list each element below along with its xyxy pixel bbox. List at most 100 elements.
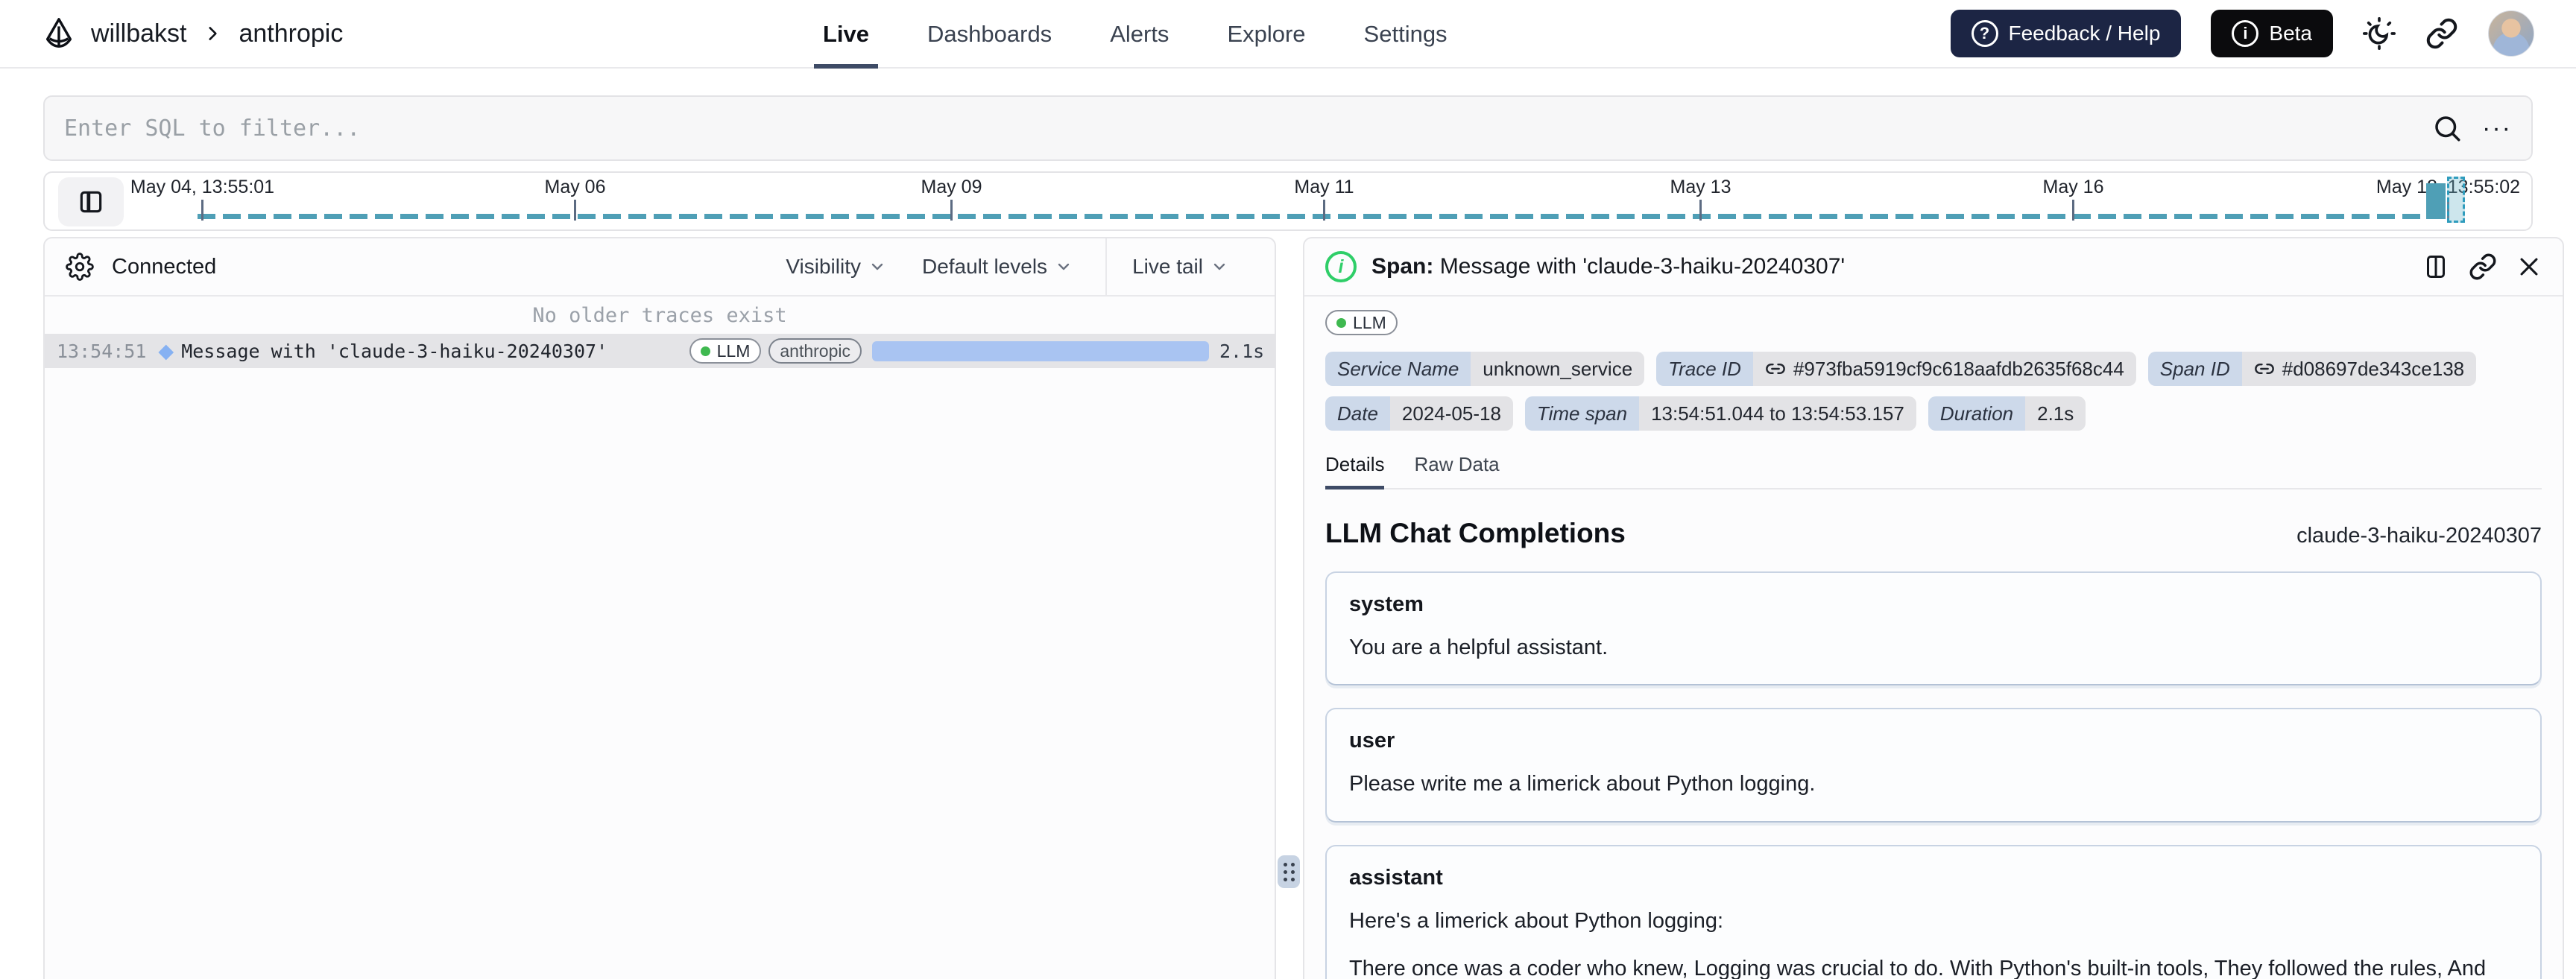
- default-levels-dropdown[interactable]: Default levels: [922, 255, 1073, 279]
- timeline-tick-label: May 13: [1670, 177, 1731, 197]
- tab-alerts[interactable]: Alerts: [1110, 0, 1169, 69]
- span-title-text: Message with 'claude-3-haiku-20240307': [1439, 254, 1846, 279]
- llm-tag-badge: LLM: [1325, 310, 1398, 335]
- timeline-histogram[interactable]: May 04, 13:55:01 May 06 May 09 May 11 Ma…: [43, 171, 2533, 231]
- more-options-icon[interactable]: ···: [2482, 115, 2512, 141]
- llm-tag-badge: LLM: [689, 338, 762, 364]
- span-panel-header: i Span: Message with 'claude-3-haiku-202…: [1304, 238, 2563, 297]
- question-circle-icon: ?: [1971, 20, 1998, 47]
- span-diamond-icon: ◆: [158, 339, 174, 362]
- traces-panel-header: Connected Visibility Default levels Live…: [45, 238, 1275, 297]
- attr-label: Time span: [1524, 396, 1640, 431]
- chevron-right-icon: [203, 24, 222, 43]
- visibility-dropdown[interactable]: Visibility: [786, 255, 886, 279]
- tab-raw-data[interactable]: Raw Data: [1414, 453, 1499, 488]
- timeline-tick: May 16: [2043, 177, 2103, 221]
- attr-value-link[interactable]: #973fba5919cf9c618aafdb2635f68c44: [1752, 352, 2136, 386]
- trace-duration-value: 2.1s: [1219, 340, 1265, 362]
- scope-tag-badge: anthropic: [768, 338, 862, 364]
- timeline-tick: May 06: [545, 177, 605, 221]
- timeline-tick-label: May 06: [544, 177, 606, 197]
- tab-explore[interactable]: Explore: [1227, 0, 1305, 69]
- attr-value-link[interactable]: #d08697de343ce138: [2241, 352, 2477, 386]
- live-tail-label: Live tail: [1132, 255, 1203, 278]
- trace-id-badge: Trace ID #973fba5919cf9c618aafdb2635f68c…: [1656, 352, 2136, 386]
- sql-filter-input[interactable]: [64, 115, 2432, 142]
- message-text: There once was a coder who knew, Logging…: [1349, 956, 2487, 979]
- traces-panel: Connected Visibility Default levels Live…: [43, 237, 1276, 979]
- attr-label: Trace ID: [1656, 352, 1753, 386]
- attr-label: Span ID: [2147, 352, 2242, 386]
- attr-label: Service Name: [1325, 352, 1471, 386]
- sql-filter-bar: ···: [43, 95, 2533, 161]
- attr-value: 13:54:51.044 to 13:54:53.157: [1639, 396, 1916, 431]
- trace-id-value: #973fba5919cf9c618aafdb2635f68c44: [1793, 357, 2124, 380]
- tab-settings[interactable]: Settings: [1364, 0, 1448, 69]
- breadcrumb-org[interactable]: willbakst: [91, 19, 186, 48]
- link-icon: [1765, 358, 1786, 379]
- green-dot-icon: [700, 346, 710, 356]
- app-header: willbakst anthropic Live Dashboards Aler…: [0, 0, 2576, 69]
- timeline-tick-label: May 11: [1294, 177, 1354, 197]
- user-avatar[interactable]: [2488, 10, 2534, 57]
- connection-status: Connected: [112, 254, 217, 279]
- timeline-tick: May 13: [1670, 177, 1731, 221]
- span-attributes: Service Name unknown_service Trace ID #9…: [1325, 352, 2542, 431]
- trace-view-controls: Visibility Default levels Live tail: [786, 238, 1254, 296]
- message-text: You are a helpful assistant.: [1349, 636, 1609, 659]
- message-text: Here's a limerick about Python logging:: [1349, 908, 1724, 933]
- trace-timestamp: 13:54:51: [57, 340, 147, 362]
- tab-details[interactable]: Details: [1325, 453, 1385, 490]
- message-card-system: system You are a helpful assistant.: [1325, 571, 2542, 686]
- timeline-activity-spike: [2426, 183, 2446, 219]
- theme-toggle-icon[interactable]: [2363, 17, 2396, 50]
- span-title-prefix: Span:: [1371, 254, 1434, 279]
- search-icon[interactable]: [2431, 113, 2463, 144]
- visibility-label: Visibility: [786, 255, 861, 278]
- trace-row[interactable]: 13:54:51 ◆ Message with 'claude-3-haiku-…: [45, 334, 1275, 368]
- copy-link-icon[interactable]: [2469, 253, 2497, 281]
- span-id-badge: Span ID #d08697de343ce138: [2147, 352, 2477, 386]
- primary-nav: Live Dashboards Alerts Explore Settings: [813, 0, 1448, 69]
- logfire-flame-logo-icon[interactable]: [42, 16, 76, 51]
- attr-value: 2024-05-18: [1389, 396, 1513, 431]
- llm-tag-label: LLM: [716, 340, 751, 361]
- service-name-badge: Service Name unknown_service: [1325, 352, 1645, 386]
- breadcrumb-project[interactable]: anthropic: [239, 19, 343, 48]
- beta-label: Beta: [2269, 22, 2312, 45]
- live-tail-dropdown[interactable]: Live tail: [1132, 255, 1228, 279]
- span-id-value: #d08697de343ce138: [2282, 357, 2465, 380]
- sidebar-toggle-button[interactable]: [58, 177, 124, 226]
- duration-badge: Duration 2.1s: [1928, 396, 2086, 431]
- span-title: Span: Message with 'claude-3-haiku-20240…: [1371, 254, 1845, 279]
- feedback-help-button[interactable]: ? Feedback / Help: [1950, 10, 2182, 57]
- trace-duration-bar: [872, 340, 1209, 361]
- green-dot-icon: [1336, 317, 1346, 328]
- time-span-badge: Time span 13:54:51.044 to 13:54:53.157: [1524, 396, 1916, 431]
- message-role: user: [1349, 729, 1395, 753]
- attr-value: 2.1s: [2025, 396, 2086, 431]
- chevron-down-icon: [1055, 258, 1073, 276]
- share-link-icon[interactable]: [2425, 17, 2458, 50]
- timeline-tick: May 09: [921, 177, 982, 221]
- default-levels-label: Default levels: [921, 255, 1048, 278]
- tab-dashboards[interactable]: Dashboards: [927, 0, 1052, 69]
- message-role: assistant: [1349, 865, 1443, 890]
- span-info-icon: i: [1325, 251, 1357, 282]
- timeline-tick-label: May 04, 13:55:01: [130, 177, 275, 197]
- panel-resize-handle[interactable]: [1278, 855, 1300, 888]
- no-older-traces-message: No older traces exist: [532, 303, 787, 327]
- timeline-tick-label: May 09: [921, 177, 982, 197]
- split-view-icon[interactable]: [2422, 253, 2449, 280]
- beta-button[interactable]: i Beta: [2211, 10, 2333, 57]
- chevron-down-icon: [868, 258, 886, 276]
- gear-icon[interactable]: [66, 253, 94, 281]
- tab-live[interactable]: Live: [813, 0, 879, 69]
- drag-dots-icon: [1283, 862, 1295, 881]
- message-text: Please write me a limerick about Python …: [1349, 772, 1816, 796]
- timeline-selection-region[interactable]: [2447, 177, 2465, 223]
- message-card-user: user Please write me a limerick about Py…: [1325, 708, 2542, 823]
- close-icon[interactable]: [2516, 254, 2542, 279]
- timeline-tick: May 04, 13:55:01: [130, 177, 274, 221]
- span-header-actions: [2422, 253, 2542, 281]
